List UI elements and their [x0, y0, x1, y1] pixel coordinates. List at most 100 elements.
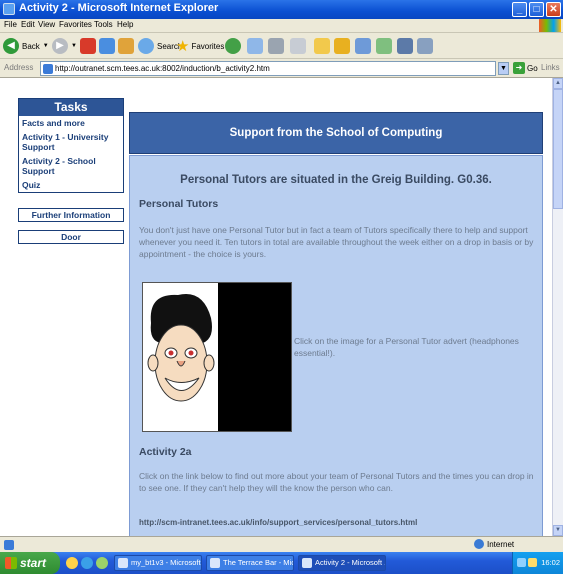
taskbar-item-word[interactable]: my_bt1v3 - Microsoft... [114, 555, 202, 571]
refresh-button[interactable] [99, 37, 115, 55]
arrow-right-icon [334, 38, 350, 54]
refresh-icon [99, 38, 115, 54]
personal-tutors-link[interactable]: http://scm-intranet.tees.ac.uk/info/supp… [139, 518, 417, 527]
status-page-icon [4, 540, 14, 550]
nav-facts-and-more[interactable]: Facts and more [19, 116, 123, 130]
back-label: Back [22, 41, 40, 51]
taskbar-item-terrace-bar[interactable]: The Terrace Bar - Mic... [206, 555, 294, 571]
scroll-thumb[interactable] [553, 89, 563, 209]
go-label: Go [527, 63, 538, 73]
address-url: http://outranet.scm.tees.ac.uk:8002/indu… [55, 64, 270, 73]
address-input[interactable]: http://outranet.scm.tees.ac.uk:8002/indu… [40, 61, 496, 76]
research-button[interactable] [355, 37, 371, 55]
close-button[interactable]: ✕ [546, 2, 561, 17]
research-icon [355, 38, 371, 54]
image-caption: Click on the image for a Personal Tutor … [294, 336, 519, 358]
tasks-title: Tasks [19, 99, 123, 116]
intro-paragraph: You don't just have one Personal Tutor b… [139, 225, 534, 259]
nav-activity-2[interactable]: Activity 2 - School Support [19, 154, 123, 178]
start-label: start [20, 556, 47, 570]
window-title: Activity 2 - Microsoft Internet Explorer [19, 2, 219, 14]
scroll-down-icon[interactable]: ▼ [553, 525, 563, 536]
status-bar: Internet [0, 536, 563, 552]
taskbar: start my_bt1v3 - Microsoft... The Terrac… [0, 552, 563, 574]
go-button[interactable]: ➜ Go [513, 62, 538, 74]
security-zone: Internet [474, 539, 514, 549]
cartoon-tutor-face [147, 293, 215, 402]
nav-activity-1[interactable]: Activity 1 - University Support [19, 130, 123, 154]
favorites-label: Favorites [191, 41, 225, 51]
zone-label: Internet [487, 539, 515, 549]
folder-button[interactable] [314, 37, 330, 55]
menu-view[interactable]: View [38, 20, 55, 29]
word-icon [118, 558, 128, 568]
personal-tutor-image[interactable] [142, 282, 292, 432]
search-icon [138, 38, 154, 54]
messenger-button[interactable] [376, 37, 392, 55]
taskbar-item-label: Activity 2 - Microsoft ... [315, 558, 386, 567]
forward-page-button[interactable] [334, 37, 350, 55]
tool-button-b[interactable] [417, 37, 433, 55]
page-icon [43, 64, 53, 74]
title-bar[interactable]: Activity 2 - Microsoft Internet Explorer… [0, 0, 563, 19]
activity-paragraph: Click on the link below to find out more… [139, 471, 534, 493]
menu-tools[interactable]: Tools [94, 20, 113, 29]
home-button[interactable] [118, 37, 134, 55]
start-button[interactable]: start [0, 552, 60, 574]
edit-button[interactable] [290, 37, 306, 55]
forward-dropdown-icon[interactable]: ▼ [71, 43, 77, 49]
globe-icon [474, 539, 484, 549]
menu-bar: File Edit View Favorites Tools Help [0, 19, 563, 33]
taskbar-item-label: my_bt1v3 - Microsoft... [131, 558, 202, 567]
taskbar-item-label: The Terrace Bar - Mic... [223, 558, 294, 567]
history-icon [225, 38, 241, 54]
taskbar-item-activity-2[interactable]: Activity 2 - Microsoft ... [298, 555, 386, 571]
history-button[interactable] [225, 37, 244, 55]
scroll-up-icon[interactable]: ▲ [553, 78, 563, 89]
tasks-panel: Tasks Facts and more Activity 1 - Univer… [18, 98, 124, 193]
links-button[interactable]: Links [541, 63, 560, 72]
ie-icon [3, 3, 15, 15]
system-tray: 16:02 [512, 552, 563, 574]
menu-file[interactable]: File [4, 20, 17, 29]
quicklaunch-desktop-icon[interactable] [66, 557, 78, 569]
further-information-button[interactable]: Further Information [18, 208, 124, 222]
messenger-icon [376, 38, 392, 54]
tool-a-icon [397, 38, 413, 54]
back-button[interactable]: ◀ Back ▼ [3, 37, 49, 55]
mail-icon [247, 38, 263, 54]
windows-flag-icon [539, 19, 561, 32]
menu-favorites[interactable]: Favorites [59, 20, 92, 29]
menu-help[interactable]: Help [117, 20, 133, 29]
network-icon[interactable] [517, 558, 526, 567]
address-bar: Address http://outranet.scm.tees.ac.uk:8… [0, 59, 563, 78]
maximize-button[interactable]: □ [529, 2, 544, 17]
nav-quiz[interactable]: Quiz [19, 178, 123, 192]
favorites-button[interactable]: ★ Favorites [176, 37, 224, 55]
clock: 16:02 [541, 558, 560, 567]
quicklaunch-ie-icon[interactable] [81, 557, 93, 569]
favorites-star-icon: ★ [176, 38, 190, 55]
vertical-scrollbar[interactable]: ▲ ▼ [552, 78, 563, 536]
ie-window: Activity 2 - Microsoft Internet Explorer… [0, 0, 563, 574]
door-button[interactable]: Door [18, 230, 124, 244]
ie-page-icon [302, 558, 312, 568]
menu-edit[interactable]: Edit [21, 20, 35, 29]
activity-heading: Activity 2a [139, 446, 192, 458]
quicklaunch-media-icon[interactable] [96, 557, 108, 569]
stop-icon [80, 38, 96, 54]
mail-button[interactable] [247, 37, 263, 55]
address-dropdown-icon[interactable]: ▼ [498, 62, 509, 75]
page-content: Tasks Facts and more Activity 1 - Univer… [0, 78, 552, 536]
volume-icon[interactable] [528, 558, 537, 567]
back-dropdown-icon[interactable]: ▼ [43, 43, 49, 49]
main-panel: Personal Tutors are situated in the Grei… [129, 155, 543, 536]
tool-button-a[interactable] [397, 37, 413, 55]
forward-button[interactable]: ▶ ▼ [52, 37, 77, 55]
tool-b-icon [417, 38, 433, 54]
print-button[interactable] [268, 37, 284, 55]
location-heading: Personal Tutors are situated in the Grei… [180, 174, 492, 186]
stop-button[interactable] [80, 37, 96, 55]
forward-arrow-icon: ▶ [52, 38, 68, 54]
minimize-button[interactable]: _ [512, 2, 527, 17]
